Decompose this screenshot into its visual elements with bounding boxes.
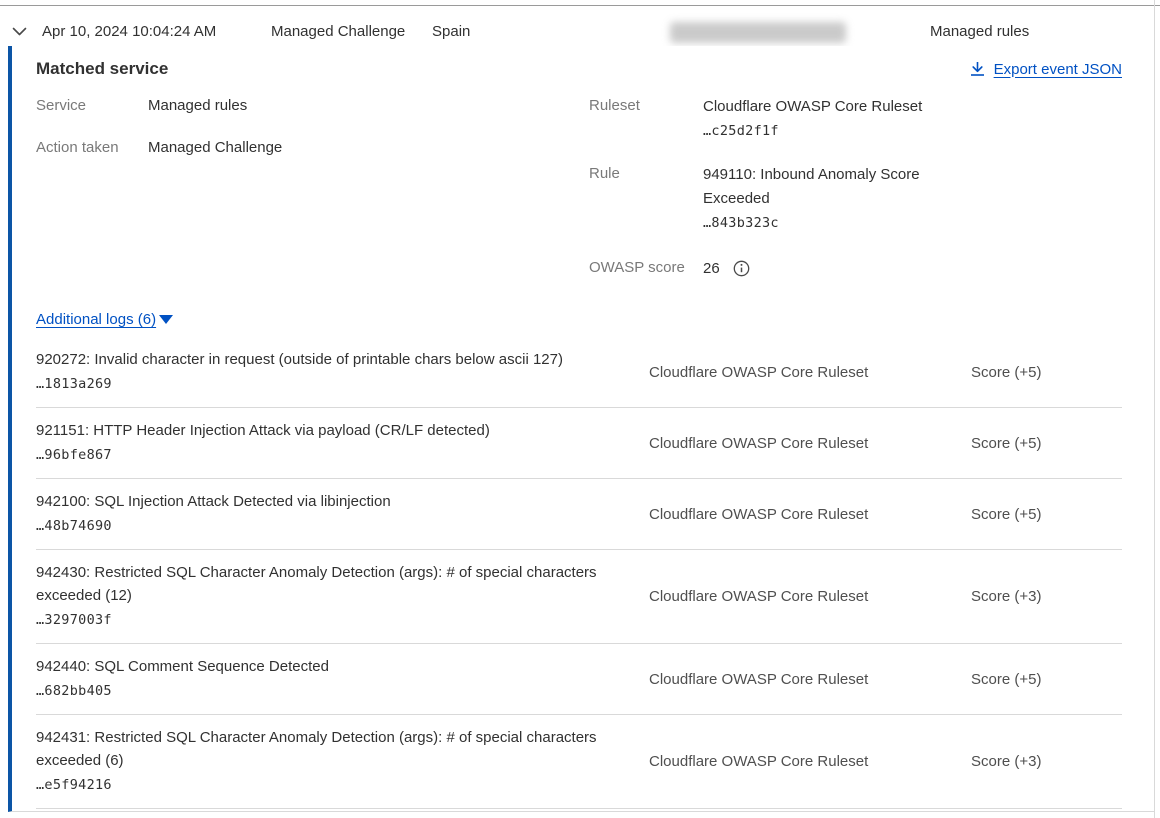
log-rule-description: 942100: SQL Injection Attack Detected vi… [36, 493, 391, 510]
log-rule-id-hash: …48b74690 [36, 514, 629, 538]
event-country: Spain [432, 23, 470, 40]
log-row: 920272: Invalid character in request (ou… [36, 337, 1122, 408]
matched-service-panel: Matched service Export event JSON Servic… [8, 46, 1154, 812]
rule-value: 949110: Inbound Anomaly Score Exceeded …… [703, 163, 948, 235]
ruleset-id-hash: …c25d2f1f [703, 119, 948, 143]
log-description-cell: 942430: Restricted SQL Character Anomaly… [36, 561, 649, 632]
owasp-score-label: OWASP score [589, 257, 703, 279]
log-row: 921151: HTTP Header Injection Attack via… [36, 408, 1122, 479]
log-rule-description: 921151: HTTP Header Injection Attack via… [36, 422, 490, 439]
details-left-column: Service Managed rules Action taken Manag… [36, 95, 589, 299]
event-row-header[interactable]: Apr 10, 2024 10:04:24 AM Managed Challen… [0, 6, 1154, 46]
log-ruleset-cell: Cloudflare OWASP Core Ruleset [649, 506, 971, 523]
log-ruleset-cell: Cloudflare OWASP Core Ruleset [649, 364, 971, 381]
log-rule-description: 942431: Restricted SQL Character Anomaly… [36, 729, 597, 769]
log-description-cell: 942440: SQL Comment Sequence Detected …6… [36, 655, 649, 703]
log-row: 942431: Restricted SQL Character Anomaly… [36, 715, 1122, 809]
panel-title: Matched service [36, 59, 168, 79]
service-label: Service [36, 95, 148, 117]
rule-id-hash: …843b323c [703, 211, 948, 235]
owasp-score-value: 26 [703, 260, 720, 277]
export-event-json-link[interactable]: Export event JSON [970, 61, 1122, 78]
log-score-cell: Score (+3) [971, 588, 1122, 605]
event-action-taken: Managed Challenge [271, 23, 405, 40]
service-row: Service Managed rules [36, 95, 589, 117]
details-right-column: Ruleset Cloudflare OWASP Core Ruleset …c… [589, 95, 1122, 299]
log-rule-id-hash: …682bb405 [36, 679, 629, 703]
ruleset-value: Cloudflare OWASP Core Ruleset …c25d2f1f [703, 95, 948, 143]
matched-service-details: Service Managed rules Action taken Manag… [36, 95, 1122, 299]
log-description-cell: 942100: SQL Injection Attack Detected vi… [36, 490, 649, 538]
ruleset-name: Cloudflare OWASP Core Ruleset [703, 98, 922, 115]
log-rule-description: 942440: SQL Comment Sequence Detected [36, 658, 329, 675]
log-row: 942440: SQL Comment Sequence Detected …6… [36, 644, 1122, 715]
log-ruleset-cell: Cloudflare OWASP Core Ruleset [649, 671, 971, 688]
log-description-cell: 921151: HTTP Header Injection Attack via… [36, 419, 649, 467]
additional-logs-label: Additional logs (6) [36, 311, 156, 328]
log-score-cell: Score (+3) [971, 753, 1122, 770]
log-score-cell: Score (+5) [971, 364, 1122, 381]
table-right-divider [1154, 0, 1155, 818]
ruleset-label: Ruleset [589, 95, 703, 143]
log-rule-id-hash: …e5f94216 [36, 773, 629, 797]
additional-logs-toggle[interactable]: Additional logs (6) [36, 311, 173, 328]
panel-header: Matched service Export event JSON [36, 59, 1122, 79]
action-taken-row: Action taken Managed Challenge [36, 137, 589, 159]
log-description-cell: 942431: Restricted SQL Character Anomaly… [36, 726, 649, 797]
log-score-cell: Score (+5) [971, 435, 1122, 452]
event-service: Managed rules [930, 23, 1029, 40]
action-taken-value: Managed Challenge [148, 137, 282, 159]
log-rule-id-hash: …96bfe867 [36, 443, 629, 467]
service-value: Managed rules [148, 95, 247, 117]
log-rule-description: 920272: Invalid character in request (ou… [36, 351, 563, 368]
chevron-down-icon[interactable] [12, 23, 32, 39]
log-rule-description: 942430: Restricted SQL Character Anomaly… [36, 564, 597, 604]
export-link-label: Export event JSON [994, 61, 1122, 78]
info-circle-icon[interactable] [733, 260, 750, 277]
download-icon [970, 61, 985, 77]
rule-label: Rule [589, 163, 703, 235]
log-rule-id-hash: …3297003f [36, 608, 629, 632]
log-description-cell: 920272: Invalid character in request (ou… [36, 348, 649, 396]
rule-name: 949110: Inbound Anomaly Score Exceeded [703, 166, 920, 207]
owasp-score-row: OWASP score 26 [589, 257, 1122, 279]
log-ruleset-cell: Cloudflare OWASP Core Ruleset [649, 435, 971, 452]
security-event-detail-screen: Apr 10, 2024 10:04:24 AM Managed Challen… [0, 0, 1160, 818]
log-rule-id-hash: …1813a269 [36, 372, 629, 396]
log-score-cell: Score (+5) [971, 506, 1122, 523]
log-row: 942430: Restricted SQL Character Anomaly… [36, 550, 1122, 644]
log-ruleset-cell: Cloudflare OWASP Core Ruleset [649, 588, 971, 605]
additional-logs-list: 920272: Invalid character in request (ou… [36, 337, 1122, 809]
triangle-down-icon [159, 315, 173, 324]
log-score-cell: Score (+5) [971, 671, 1122, 688]
redacted-host-value [670, 22, 846, 43]
ruleset-row: Ruleset Cloudflare OWASP Core Ruleset …c… [589, 95, 1122, 143]
log-row: 942100: SQL Injection Attack Detected vi… [36, 479, 1122, 550]
action-taken-label: Action taken [36, 137, 148, 159]
rule-row: Rule 949110: Inbound Anomaly Score Excee… [589, 163, 1122, 235]
log-ruleset-cell: Cloudflare OWASP Core Ruleset [649, 753, 971, 770]
event-timestamp: Apr 10, 2024 10:04:24 AM [42, 23, 216, 40]
